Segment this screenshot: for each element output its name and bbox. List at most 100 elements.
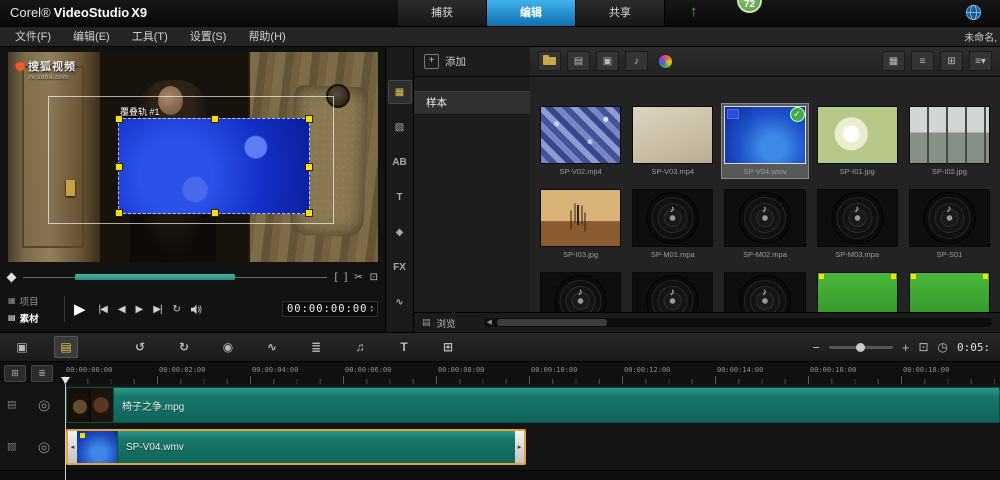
library-folder-sample[interactable]: 样本 — [414, 91, 530, 115]
tab-capture[interactable]: 捕获 — [398, 0, 487, 26]
view-list-icon[interactable]: ≡ — [911, 51, 934, 71]
media-gallery-icon[interactable] — [654, 51, 677, 71]
timecode-stepper[interactable] — [370, 305, 373, 313]
zoom-out-button[interactable]: − — [812, 340, 820, 355]
repeat-button[interactable]: ↻ — [173, 304, 181, 315]
media-thumbnail[interactable]: SP-V04.wmv — [721, 103, 809, 179]
home-button[interactable]: |◀ — [99, 304, 108, 315]
media-thumbnail[interactable] — [907, 270, 992, 312]
scrub-track[interactable] — [23, 273, 327, 280]
media-thumbnail[interactable]: SP-M02.mpa — [722, 187, 807, 261]
menu-file[interactable]: 文件(F) — [4, 28, 62, 44]
storyboard-view-icon[interactable]: ▣ — [10, 336, 34, 358]
add-folder-button[interactable]: + 添加 — [414, 46, 530, 77]
filter-photo-icon[interactable]: ▣ — [596, 51, 619, 71]
title-icon[interactable]: T — [388, 185, 412, 209]
track-list-button[interactable]: ≣ — [31, 365, 53, 382]
prev-frame-button[interactable]: ◀ — [118, 304, 126, 315]
resize-handle[interactable] — [305, 163, 313, 171]
graphic-icon[interactable]: ◆ — [388, 220, 412, 244]
filter-audio-icon[interactable]: ♪ — [625, 51, 648, 71]
view-small-grid-icon[interactable]: ⊞ — [940, 51, 963, 71]
menu-tools[interactable]: 工具(T) — [121, 28, 179, 44]
media-thumbnail[interactable]: SP-I01.jpg — [815, 104, 900, 178]
clip-video-track[interactable]: 椅子之争.mpg — [66, 387, 1000, 423]
zoom-slider-thumb[interactable] — [855, 342, 865, 352]
mark-out-button[interactable]: ] — [344, 272, 347, 283]
next-frame-button[interactable]: ▶ — [136, 304, 144, 315]
video-track-icon[interactable]: ◎ — [38, 397, 50, 414]
duration-clock-icon[interactable]: ◷ — [938, 340, 948, 354]
globe-icon[interactable] — [965, 4, 982, 21]
mode-clip-button[interactable]: ▤ 素材 — [8, 311, 62, 325]
resize-handle[interactable] — [115, 209, 123, 217]
resize-handle[interactable] — [305, 115, 313, 123]
media-thumbnail[interactable]: SP-V03.mp4 — [630, 104, 715, 178]
transition-icon[interactable]: AB — [388, 150, 412, 174]
media-thumbnail[interactable] — [722, 270, 807, 312]
filter-video-icon[interactable]: ▤ — [567, 51, 590, 71]
enlarge-button[interactable]: ⊡ — [370, 272, 378, 283]
redo-icon[interactable]: ↻ — [172, 336, 196, 358]
scroll-left-icon[interactable] — [487, 318, 492, 327]
instant-project-icon[interactable]: ▨ — [388, 115, 412, 139]
tab-share[interactable]: 共享 — [576, 0, 665, 26]
resize-handle[interactable] — [211, 115, 219, 123]
media-thumbnail[interactable]: SP-V02.mp4 — [538, 104, 623, 178]
library-scrollbar[interactable] — [483, 318, 992, 327]
filter-icon[interactable]: FX — [388, 255, 412, 279]
undo-icon[interactable]: ↺ — [128, 336, 152, 358]
track-options-icon[interactable]: ▤ — [7, 400, 16, 411]
media-thumbnail[interactable]: SP-S01 — [907, 187, 992, 261]
media-thumbnail[interactable]: SP-I03.jpg — [538, 187, 623, 261]
split-clip-button[interactable]: ✂ — [354, 272, 362, 283]
track-manager-button[interactable]: ⊞ — [4, 365, 26, 382]
zoom-slider[interactable] — [828, 342, 893, 352]
motion-path-icon[interactable]: ∿ — [388, 290, 412, 314]
overlay-clip-selection[interactable] — [115, 115, 313, 217]
menu-help[interactable]: 帮助(H) — [237, 28, 296, 44]
mark-in-button[interactable]: [ — [335, 272, 338, 283]
media-thumbnail[interactable]: SP-M03.mpa — [815, 187, 900, 261]
media-library-icon[interactable]: ▦ — [387, 80, 412, 104]
fit-project-icon[interactable]: ⊡ — [918, 340, 928, 354]
menu-settings[interactable]: 设置(S) — [179, 28, 238, 44]
media-thumbnail[interactable] — [538, 270, 623, 312]
end-button[interactable]: ▶| — [153, 304, 162, 315]
menu-edit[interactable]: 编辑(E) — [62, 28, 121, 44]
media-thumbnail[interactable] — [630, 270, 715, 312]
ruler-scale[interactable]: 00:00:00:00 00:00:02:00 00:00:04:00 00:00:0… — [63, 362, 1000, 384]
play-button[interactable]: ▶ — [74, 300, 86, 318]
clip-overlay-track[interactable]: SP-V04.wmv — [66, 429, 526, 465]
notification-badge[interactable]: 72 — [737, 0, 762, 13]
sort-icon[interactable]: ≡▾ — [969, 51, 992, 71]
import-media-icon[interactable] — [538, 51, 561, 71]
view-thumbnails-icon[interactable]: ▦ — [882, 51, 905, 71]
overlay-track-icon[interactable]: ◎ — [38, 439, 50, 456]
subtitle-editor-icon[interactable]: T — [392, 336, 416, 358]
playhead[interactable] — [65, 384, 66, 480]
timeline-view-icon[interactable]: ▤ — [54, 336, 78, 358]
volume-icon[interactable] — [190, 304, 203, 315]
auto-music-icon[interactable]: ♫ — [348, 336, 372, 358]
media-thumbnail[interactable] — [815, 270, 900, 312]
resize-handle[interactable] — [305, 209, 313, 217]
sound-mixer-icon[interactable]: ≣ — [304, 336, 328, 358]
trim-handle-right[interactable] — [515, 431, 524, 463]
tab-edit[interactable]: 编辑 — [487, 0, 576, 26]
media-thumbnail[interactable]: SP-I02.jpg — [907, 104, 992, 178]
mode-project-button[interactable]: ▦ 项目 — [8, 294, 62, 308]
resize-handle[interactable] — [115, 163, 123, 171]
split-screen-template-icon[interactable]: ⊞ — [436, 336, 460, 358]
trim-range-bar[interactable] — [75, 273, 235, 280]
zoom-in-button[interactable]: + — [902, 340, 910, 355]
resize-handle[interactable] — [211, 209, 219, 217]
track-options-icon[interactable]: ▧ — [7, 442, 16, 453]
trim-handle-left[interactable] — [68, 431, 77, 463]
scrub-marker[interactable] — [6, 272, 17, 282]
upload-arrow-icon[interactable]: ↑ — [690, 3, 698, 20]
media-thumbnail[interactable]: SP-M01.mpa — [630, 187, 715, 261]
audio-waveform-icon[interactable]: ∿ — [260, 336, 284, 358]
record-capture-icon[interactable]: ◉ — [216, 336, 240, 358]
scrollbar-thumb[interactable] — [496, 319, 607, 326]
